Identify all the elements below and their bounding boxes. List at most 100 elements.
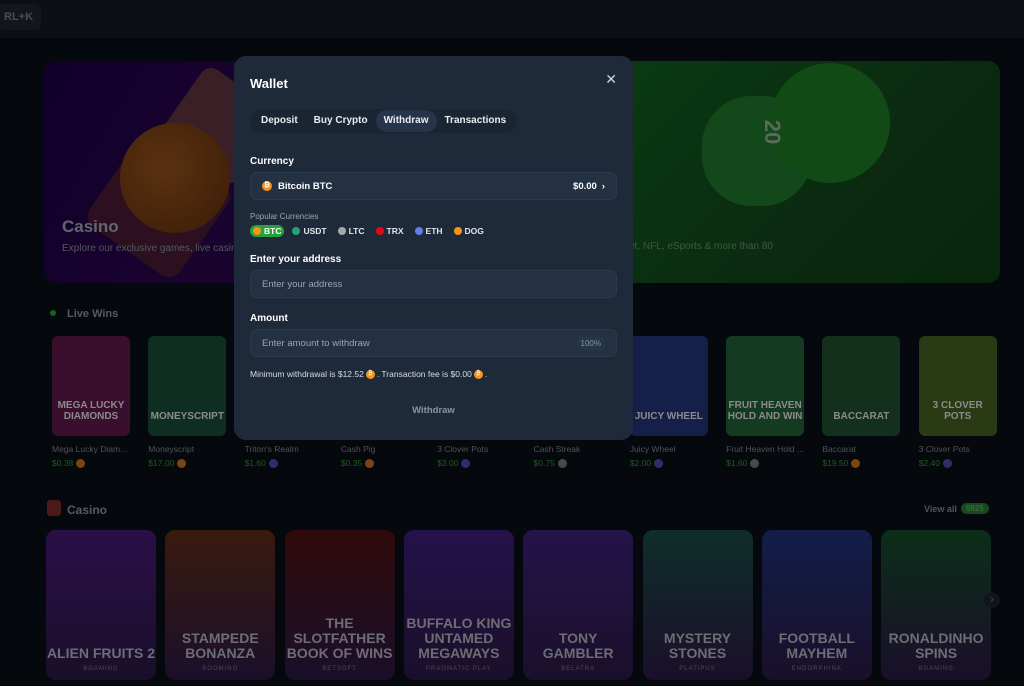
fee-text: . Transaction fee is $0.00 [376,369,472,379]
currency-code: ETH [425,226,443,236]
casino-game-card[interactable]: FOOTBALL MAYHEM ENDORPHINA [761,530,872,680]
game-provider: BOOMING [202,666,239,672]
tab-withdraw[interactable]: Withdraw [375,110,437,132]
live-indicator-icon [50,310,56,316]
game-name: 3 Clover Pots [437,444,489,454]
game-title: MYSTERY STONES [663,630,732,661]
dog-icon [453,227,462,235]
win-amount-value: $0.75 [533,458,555,468]
live-win-item[interactable]: BACCARAT Baccarat $19.50 [822,336,901,468]
win-amount: $0.35 [341,458,419,468]
win-amount: $2.00 [630,458,708,468]
game-title: THE SLOTFATHER BOOK OF WINS [286,615,393,661]
bitcoin-icon: ₿ [473,369,483,379]
casino-game-card[interactable]: STAMPEDE BONANZA BOOMING [165,530,276,680]
eth-coin-icon [268,458,278,468]
game-title: ALIEN FRUITS 2 [46,645,156,661]
close-icon[interactable]: ✕ [605,71,617,88]
game-thumbnail[interactable]: BACCARAT [822,336,901,436]
game-title: FOOTBALL MAYHEM [778,630,855,661]
currency-chip-btc[interactable]: BTC [250,225,285,237]
currency-chip-trx[interactable]: TRX [373,225,407,237]
win-amount-value: $2.40 [918,458,940,468]
live-win-item[interactable]: FRUIT HEAVEN HOLD AND WIN Fruit Heaven H… [726,336,805,468]
view-all-link[interactable]: View all 5925 [924,503,989,514]
casino-game-card[interactable]: BUFFALO KING UNTAMED MEGAWAYS PRAGMATIC P… [403,530,514,680]
casino-game-card[interactable]: ALIEN FRUITS 2 BGAMING [46,530,156,680]
game-thumbnail[interactable]: MONEYSCRIPT [148,336,227,436]
usdt-icon [292,227,301,235]
casino-game-card[interactable]: MYSTERY STONES PLATIPUS [642,530,753,680]
eth-icon [414,227,423,235]
game-provider: BETSOFT [322,666,357,672]
live-win-item[interactable]: JUICY WHEEL Juicy Wheel $2.00 [629,336,708,468]
win-amount: $0.75 [534,458,612,468]
win-amount: $1.60 [245,458,323,468]
live-win-item[interactable]: 3 CLOVER POTS 3 Clover Pots $2.40 [918,336,997,468]
popular-currencies-label: Popular Currencies [250,212,319,221]
currency-code: BTC [264,226,282,236]
currency-chip-dog[interactable]: DOG [451,225,487,237]
game-thumbnail[interactable]: 3 CLOVER POTS [918,336,997,436]
casino-game-card[interactable]: TONY GAMBLER BELATRA [523,530,634,680]
eth-coin-icon [942,458,952,468]
live-win-item[interactable]: MONEYSCRIPT Moneyscript $17.00 [148,336,227,468]
game-thumbnail[interactable]: MEGA LUCKY DIAMONDS [52,336,130,436]
win-amount-value: $19.50 [822,458,849,468]
currency-chip-usdt[interactable]: USDT [289,225,329,237]
win-amount: $1.60 [726,458,804,468]
game-title: TONY GAMBLER [542,630,614,661]
jersey-number: 20 [760,119,786,145]
live-win-item[interactable]: MEGA LUCKY DIAMONDS Mega Lucky Diamo... … [52,336,130,468]
game-provider: PRAGMATIC PLAY [425,666,492,672]
withdrawal-info: Minimum withdrawal is $12.52 ₿ . Transac… [250,369,487,379]
tab-transactions[interactable]: Transactions [437,110,515,132]
btc-coin-icon [76,458,86,468]
search-shortcut[interactable]: RL+K [0,4,42,30]
game-thumbnail[interactable]: JUICY WHEEL [629,336,708,436]
casino-icon [47,500,61,516]
tab-deposit[interactable]: Deposit [253,110,306,132]
amount-input[interactable]: Enter amount to withdraw 100% [250,329,617,357]
win-amount-value: $17.00 [148,458,175,468]
trx-icon [375,227,384,235]
currency-chip-ltc[interactable]: LTC [335,225,368,237]
address-input[interactable]: Enter your address [250,270,617,298]
win-amount: $17.00 [148,458,226,468]
address-placeholder: Enter your address [262,278,343,290]
game-name: Juicy Wheel [629,444,676,454]
game-name: Moneyscript [148,444,195,454]
sports-banner[interactable]: 20 ket, NFL, eSports & more than 80 [620,61,1000,283]
game-title: RONALDINHO SPINS [888,630,984,661]
game-name: Mega Lucky Diamo... [52,444,130,454]
fruit-image [120,123,230,233]
casino-game-card[interactable]: THE SLOTFATHER BOOK OF WINS BETSOFT [284,530,395,680]
address-label: Enter your address [250,254,342,265]
tab-buy-crypto[interactable]: Buy Crypto [306,110,376,132]
eth-coin-icon [654,458,664,468]
wallet-tabs: Deposit Buy Crypto Withdraw Transactions [250,109,518,133]
currency-name: Bitcoin BTC [278,180,333,192]
btc-coin-icon [177,458,187,468]
game-provider: BGAMING [918,666,954,672]
carousel-next-button[interactable]: › [984,592,1000,608]
page: RL+K Casino Explore our exclusive games,… [0,0,1024,686]
currency-code: LTC [348,226,365,236]
currency-chip-eth[interactable]: ETH [412,225,446,237]
casino-game-card[interactable]: RONALDINHO SPINS BGAMING [881,530,992,680]
amount-label: Amount [250,313,288,324]
withdraw-button[interactable]: Withdraw [250,398,617,424]
max-percent-button[interactable]: 100% [576,336,605,350]
win-amount-value: $1.60 [244,458,266,468]
win-amount: $2.40 [919,458,997,468]
ltc-coin-icon [557,458,567,468]
win-amount-value: $2.00 [629,458,652,468]
currency-select[interactable]: ₿ Bitcoin BTC $0.00 › [250,172,617,200]
game-title: BUFFALO KING UNTAMED MEGAWAYS [406,615,512,661]
ltc-icon [337,227,346,235]
casino-section-title: Casino [67,503,108,517]
game-title: STAMPEDE BONANZA [181,630,259,661]
win-amount-value: $0.35 [340,458,363,468]
game-thumbnail[interactable]: FRUIT HEAVEN HOLD AND WIN [726,336,805,436]
currency-code: TRX [386,226,404,236]
